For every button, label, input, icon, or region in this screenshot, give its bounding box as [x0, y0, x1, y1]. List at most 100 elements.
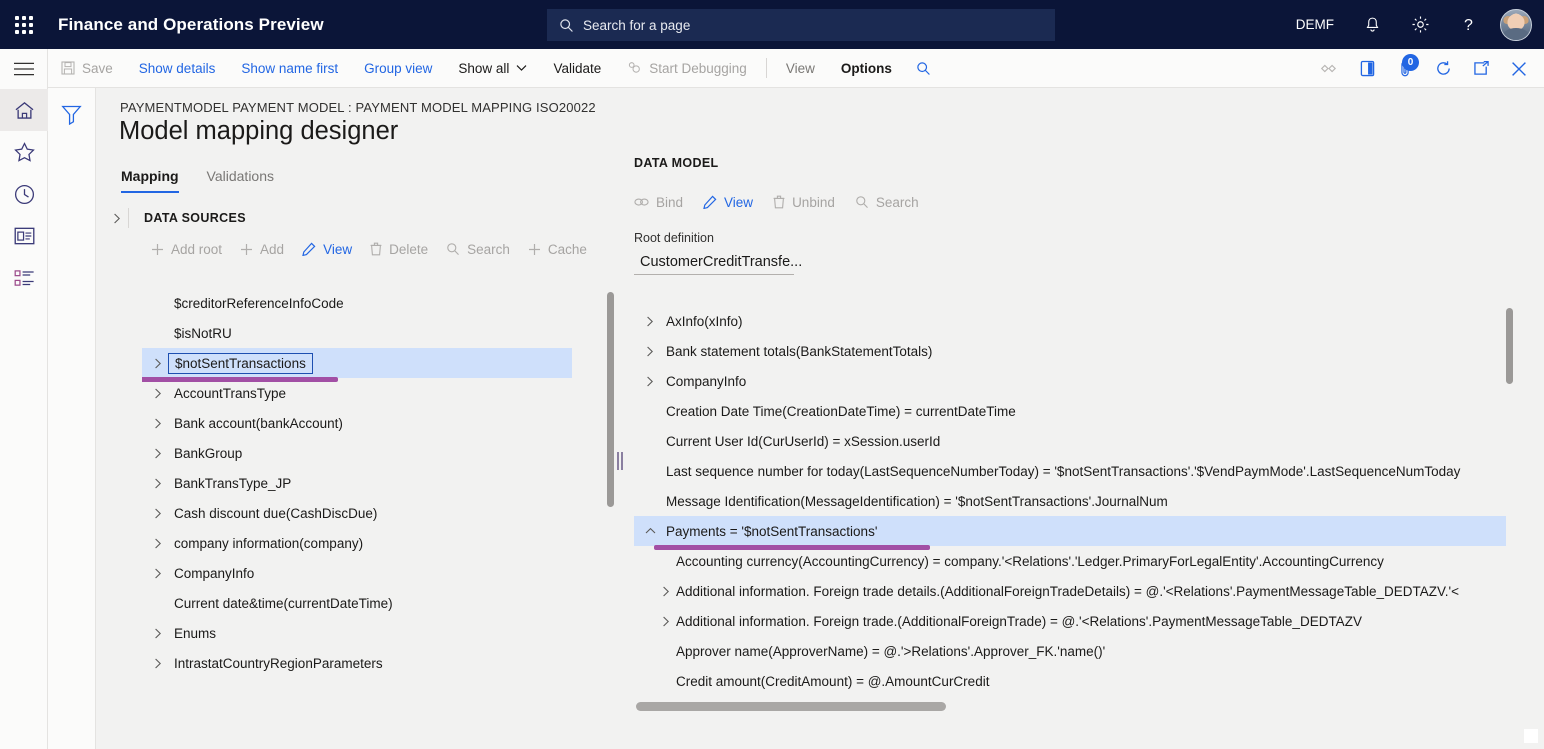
tree-node-label: AccountTransType — [174, 386, 286, 401]
chevron-right-icon[interactable] — [142, 478, 174, 489]
popout-icon[interactable] — [1462, 49, 1500, 88]
chevron-right-icon[interactable] — [634, 316, 666, 327]
tree-node[interactable]: Last sequence number for today(LastSeque… — [634, 456, 1532, 486]
start-debugging-button[interactable]: Start Debugging — [614, 49, 760, 88]
tree-node-label: CompanyInfo — [174, 566, 254, 581]
tab-validations[interactable]: Validations — [207, 168, 274, 193]
scrollbar-thumb[interactable] — [607, 292, 614, 507]
company-selector[interactable]: DEMF — [1282, 17, 1348, 32]
tree-node[interactable]: Additional information. Foreign trade de… — [634, 576, 1532, 606]
validate-button[interactable]: Validate — [540, 49, 614, 88]
options-menu[interactable]: Options — [828, 49, 905, 88]
tree-node[interactable]: Enums — [142, 618, 608, 648]
user-avatar[interactable] — [1500, 9, 1532, 41]
search-datamodel-button[interactable]: Search — [845, 189, 929, 215]
filter-funnel-icon[interactable] — [61, 104, 82, 749]
tree-node-label: Bank statement totals(BankStatementTotal… — [666, 344, 932, 359]
sidebar-item-modules[interactable] — [0, 257, 48, 299]
tree-node[interactable]: CompanyInfo — [634, 366, 1532, 396]
tree-node[interactable]: Additional information. Foreign trade.(A… — [634, 606, 1532, 636]
show-all-dropdown[interactable]: Show all — [445, 49, 540, 88]
chevron-down-icon[interactable] — [634, 527, 666, 535]
chevron-right-icon[interactable] — [142, 418, 174, 429]
command-search-button[interactable] — [905, 49, 942, 88]
tree-node[interactable]: BankTransType_JP — [142, 468, 608, 498]
tree-node[interactable]: IntrastatCountryRegionParameters — [142, 648, 608, 678]
tree-node[interactable]: AccountTransType — [142, 378, 608, 408]
sidebar-item-favorites[interactable] — [0, 131, 48, 173]
refresh-icon[interactable] — [1424, 49, 1462, 88]
chevron-right-icon[interactable] — [106, 213, 128, 224]
add-button[interactable]: Add — [231, 236, 293, 262]
close-icon[interactable] — [1500, 49, 1538, 88]
chevron-right-icon[interactable] — [142, 508, 174, 519]
tree-node[interactable]: CompanyInfo — [142, 558, 608, 588]
view-datasource-label: View — [323, 242, 352, 257]
tree-node-selected[interactable]: $notSentTransactions — [142, 348, 572, 378]
data-sources-vertical-scrollbar[interactable] — [607, 292, 614, 678]
tree-node[interactable]: Accounting currency(AccountingCurrency) … — [634, 546, 1532, 576]
view-datasource-button[interactable]: View — [293, 236, 361, 262]
attachment-icon[interactable]: 0 — [1386, 49, 1424, 88]
tree-node[interactable]: BankGroup — [142, 438, 608, 468]
tree-node[interactable]: Approver name(ApproverName) = @.'>Relati… — [634, 636, 1532, 666]
unbind-button[interactable]: Unbind — [763, 189, 845, 215]
delete-datasource-button[interactable]: Delete — [361, 236, 437, 262]
save-button[interactable]: Save — [48, 49, 126, 88]
pane-icon[interactable] — [1348, 49, 1386, 88]
view-menu-label: View — [786, 61, 815, 76]
tree-node-selected[interactable]: Payments = '$notSentTransactions' — [634, 516, 1506, 546]
gear-icon[interactable] — [1396, 0, 1444, 49]
bind-button[interactable]: Bind — [624, 189, 693, 215]
chevron-right-icon[interactable] — [142, 388, 174, 399]
root-definition-field[interactable]: CustomerCreditTransfe... — [634, 250, 794, 275]
bell-icon[interactable] — [1348, 0, 1396, 49]
window-resize-grip[interactable] — [1524, 729, 1538, 743]
data-model-horizontal-scrollbar[interactable] — [634, 702, 1506, 711]
group-view-button[interactable]: Group view — [351, 49, 445, 88]
show-details-button[interactable]: Show details — [126, 49, 229, 88]
view-menu[interactable]: View — [773, 49, 828, 88]
chevron-right-icon[interactable] — [634, 346, 666, 357]
view-datamodel-button[interactable]: View — [693, 189, 763, 215]
chevron-right-icon[interactable] — [142, 568, 174, 579]
tree-node[interactable]: Current date&time(currentDateTime) — [142, 588, 608, 618]
link-bind-icon — [634, 196, 649, 208]
sidebar-item-workspaces[interactable] — [0, 215, 48, 257]
chevron-right-icon[interactable] — [142, 448, 174, 459]
chevron-right-icon[interactable] — [142, 538, 174, 549]
chevron-right-icon[interactable] — [142, 658, 174, 669]
question-mark-icon[interactable]: ? — [1444, 0, 1492, 49]
global-search-box[interactable]: Search for a page — [547, 9, 1055, 41]
chevron-right-icon[interactable] — [656, 616, 676, 627]
tree-node[interactable]: $isNotRU — [142, 318, 608, 348]
tree-node[interactable]: $creditorReferenceInfoCode — [142, 288, 608, 318]
add-root-button[interactable]: Add root — [142, 236, 231, 262]
data-model-vertical-scrollbar[interactable] — [1506, 308, 1513, 693]
tree-node[interactable]: Cash discount due(CashDiscDue) — [142, 498, 608, 528]
search-datasource-button[interactable]: Search — [437, 236, 519, 262]
link-icon[interactable] — [1310, 49, 1348, 88]
tree-node[interactable]: Creation Date Time(CreationDateTime) = c… — [634, 396, 1532, 426]
show-name-first-button[interactable]: Show name first — [228, 49, 351, 88]
tree-node[interactable]: Bank statement totals(BankStatementTotal… — [634, 336, 1532, 366]
scrollbar-thumb[interactable] — [1506, 308, 1513, 384]
chevron-right-icon[interactable] — [656, 586, 676, 597]
add-label: Add — [260, 242, 284, 257]
panel-splitter-handle[interactable] — [617, 452, 623, 470]
sidebar-item-recent[interactable] — [0, 173, 48, 215]
tree-node[interactable]: AxInfo(xInfo) — [634, 306, 1532, 336]
app-launcher-icon[interactable] — [0, 0, 48, 49]
tree-node[interactable]: company information(company) — [142, 528, 608, 558]
tree-node[interactable]: Current User Id(CurUserId) = xSession.us… — [634, 426, 1532, 456]
hamburger-menu-icon[interactable] — [0, 49, 48, 89]
cache-button[interactable]: Cache — [519, 236, 596, 262]
scrollbar-thumb[interactable] — [636, 702, 946, 711]
chevron-right-icon[interactable] — [634, 376, 666, 387]
chevron-right-icon[interactable] — [142, 628, 174, 639]
tree-node[interactable]: Credit amount(CreditAmount) = @.AmountCu… — [634, 666, 1532, 696]
tab-mapping[interactable]: Mapping — [121, 168, 179, 193]
tree-node[interactable]: Bank account(bankAccount) — [142, 408, 608, 438]
sidebar-item-home[interactable] — [0, 89, 48, 131]
tree-node[interactable]: Message Identification(MessageIdentifica… — [634, 486, 1532, 516]
